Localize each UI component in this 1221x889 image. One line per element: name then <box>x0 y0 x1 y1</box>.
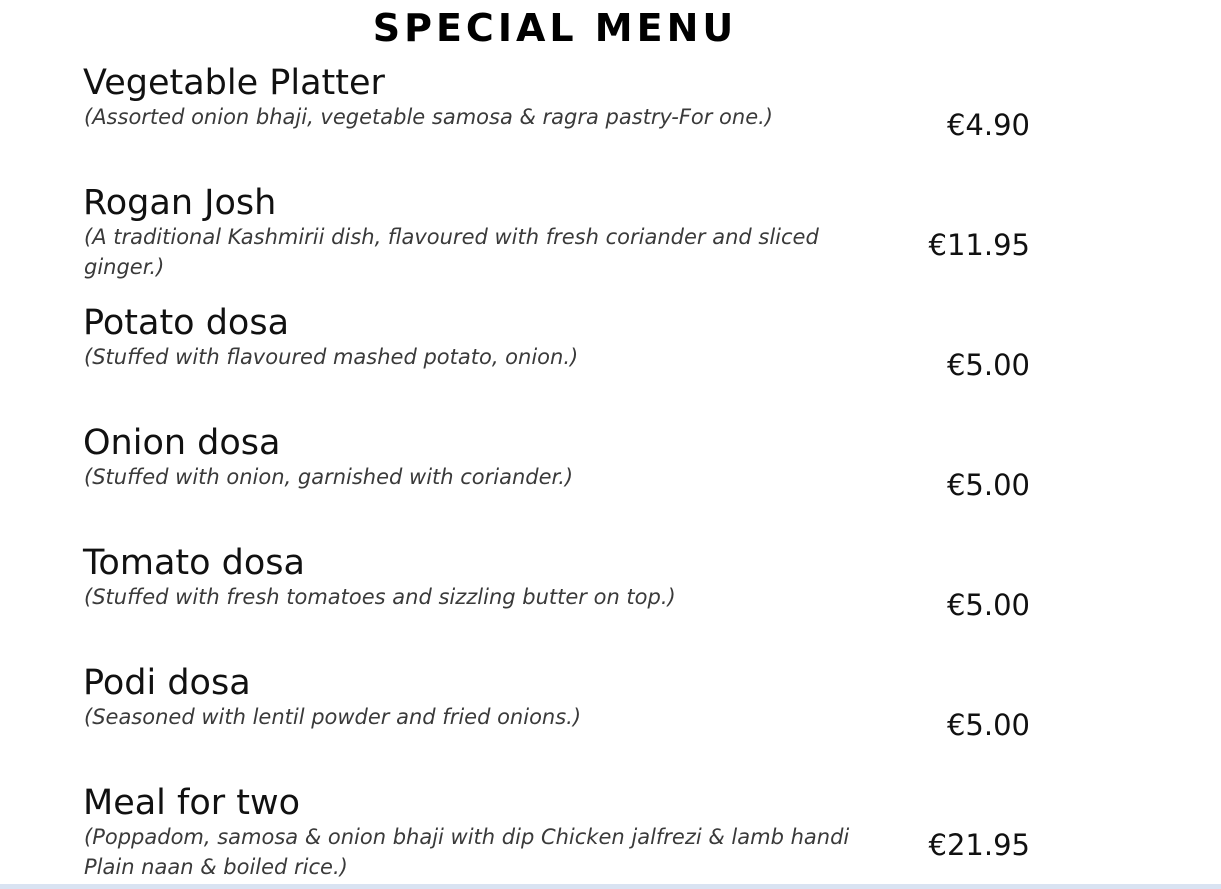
item-price: €21.95 <box>928 828 1030 862</box>
item-name: Tomato dosa <box>83 543 305 583</box>
item-name: Onion dosa <box>83 423 281 463</box>
item-price: €5.00 <box>946 588 1030 622</box>
menu-title: SPECIAL MENU <box>372 6 738 50</box>
item-name: Vegetable Platter <box>83 63 385 103</box>
item-description: (Poppadom, samosa & onion bhaji with dip… <box>84 825 850 879</box>
item-description: (Stuffed with onion, garnished with cori… <box>84 465 574 489</box>
item-name: Potato dosa <box>83 303 290 343</box>
item-name: Rogan Josh <box>83 183 277 223</box>
item-price: €11.95 <box>928 228 1030 262</box>
item-price: €5.00 <box>946 708 1030 742</box>
bottom-divider <box>0 884 1221 889</box>
item-description: (Stuffed with flavoured mashed potato, o… <box>84 345 579 369</box>
item-description: (A traditional Kashmirii dish, flavoured… <box>84 225 819 279</box>
item-price: €5.00 <box>946 468 1030 502</box>
item-name: Podi dosa <box>83 663 251 703</box>
item-price: €4.90 <box>946 108 1030 142</box>
item-description: (Stuffed with fresh tomatoes and sizzlin… <box>84 585 676 609</box>
item-description: (Seasoned with lentil powder and fried o… <box>84 705 582 729</box>
item-price: €5.00 <box>946 348 1030 382</box>
item-description: (Assorted onion bhaji, vegetable samosa … <box>84 105 774 129</box>
item-name: Meal for two <box>83 783 301 823</box>
